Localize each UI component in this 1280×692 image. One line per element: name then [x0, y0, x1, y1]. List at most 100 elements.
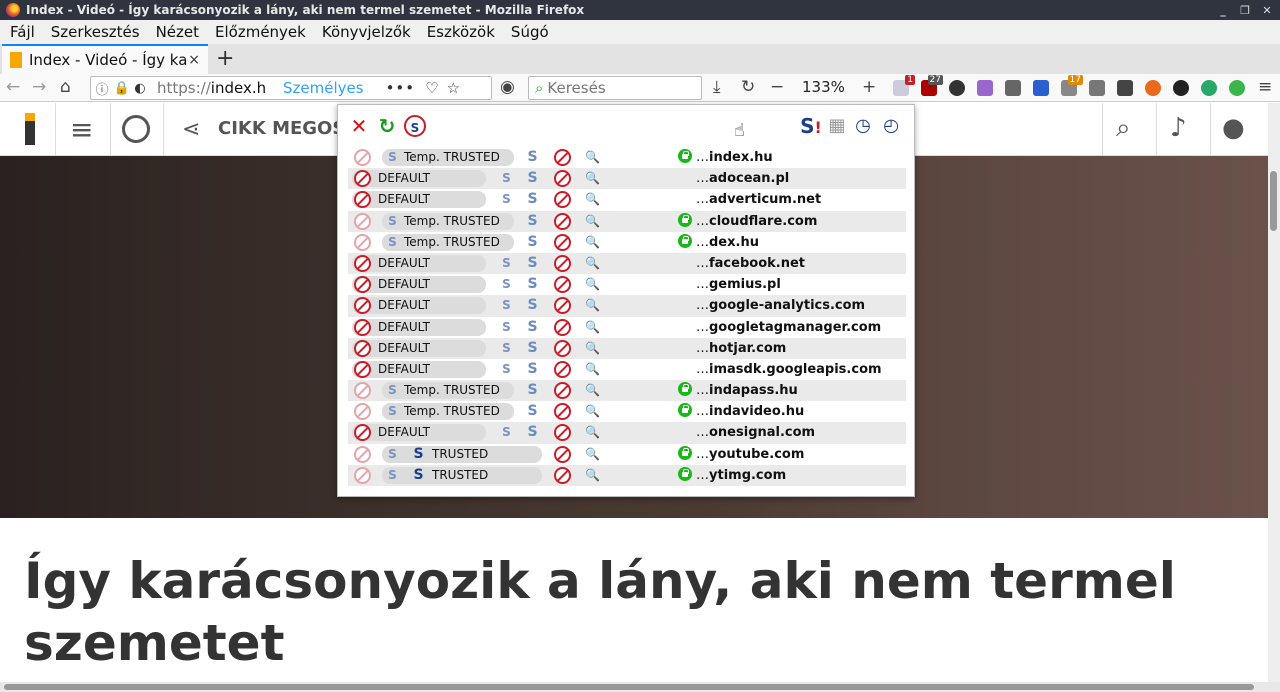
site-domain[interactable]: …google-analytics.com: [696, 298, 865, 313]
extension-balls-icon[interactable]: [949, 80, 965, 96]
global-toggle-icon[interactable]: S!: [800, 115, 822, 137]
clock-icon[interactable]: [122, 115, 150, 143]
trusted-preset-icon[interactable]: S: [524, 234, 541, 251]
https-lock-icon[interactable]: [678, 403, 692, 418]
custom-preset-icon[interactable]: [554, 233, 571, 251]
new-tab-icon[interactable]: +: [216, 46, 234, 71]
custom-preset-icon[interactable]: [554, 339, 571, 357]
custom-settings-icon[interactable]: 🔍: [584, 276, 601, 293]
custom-settings-icon[interactable]: 🔍: [584, 255, 601, 272]
tab-close-icon[interactable]: ×: [188, 52, 200, 68]
menu-tools[interactable]: Eszközök: [419, 23, 503, 41]
site-domain[interactable]: …indapass.hu: [696, 383, 798, 398]
default-preset-icon[interactable]: [354, 254, 371, 272]
custom-settings-icon[interactable]: 🔍: [584, 297, 601, 314]
trusted-preset-icon[interactable]: S: [524, 276, 541, 293]
preset-level-label[interactable]: Temp. TRUSTED: [382, 212, 514, 230]
back-icon[interactable]: ←: [6, 77, 20, 97]
preset-level-label[interactable]: Temp. TRUSTED: [382, 403, 514, 421]
https-lock-icon[interactable]: [678, 149, 692, 163]
custom-settings-icon[interactable]: 🔍: [584, 361, 601, 378]
preset-level-label[interactable]: DEFAULT: [352, 318, 486, 336]
padlock-icon[interactable]: 🔒: [113, 81, 131, 96]
extension-bank-icon[interactable]: [1005, 80, 1021, 96]
trusted-preset-icon[interactable]: S: [524, 319, 541, 336]
untrusted-preset-icon[interactable]: [354, 212, 371, 230]
page-actions-icon[interactable]: •••: [386, 79, 416, 97]
custom-settings-icon[interactable]: 🔍: [584, 234, 601, 251]
custom-settings-icon[interactable]: 🔍: [584, 319, 601, 336]
site-domain[interactable]: …gemius.pl: [696, 277, 781, 292]
https-lock-icon[interactable]: [678, 466, 692, 481]
custom-preset-icon[interactable]: [554, 254, 571, 272]
preset-level-label[interactable]: Temp. TRUSTED: [382, 382, 514, 400]
trusted-preset-icon[interactable]: S: [524, 297, 541, 314]
close-popup-icon[interactable]: ✕: [348, 115, 370, 137]
site-domain[interactable]: …imasdk.googleapis.com: [696, 362, 882, 377]
temp-trusted-preset-icon[interactable]: S: [498, 297, 515, 314]
noscript-extension-icon[interactable]: 1: [893, 75, 915, 96]
zoom-out-icon[interactable]: −: [770, 77, 784, 97]
temp-trusted-preset-icon[interactable]: S: [498, 340, 515, 357]
preset-level-label[interactable]: Temp. TRUSTED: [382, 149, 514, 166]
untrusted-preset-icon[interactable]: [354, 466, 371, 484]
temp-trusted-preset-icon[interactable]: S: [498, 361, 515, 378]
tracking-protection-icon[interactable]: ◐: [131, 81, 149, 96]
site-domain[interactable]: …adverticum.net: [696, 192, 821, 207]
temp-trusted-preset-icon[interactable]: S: [384, 234, 401, 251]
vertical-scrollbar[interactable]: [1268, 103, 1280, 683]
trusted-preset-icon[interactable]: S: [410, 446, 427, 463]
https-lock-icon[interactable]: [678, 233, 692, 248]
extension-grid-icon[interactable]: [1089, 80, 1105, 96]
preset-level-label[interactable]: TRUSTED: [382, 466, 542, 484]
temp-trusted-preset-icon[interactable]: S: [384, 382, 401, 399]
custom-preset-icon[interactable]: [554, 170, 571, 188]
temp-trusted-preset-icon[interactable]: S: [498, 319, 515, 336]
site-domain[interactable]: …onesignal.com: [696, 425, 815, 440]
default-preset-icon[interactable]: [354, 318, 371, 336]
extension-b-plus-icon[interactable]: [1229, 80, 1245, 96]
temp-trusted-preset-icon[interactable]: S: [384, 149, 401, 166]
preset-level-label[interactable]: DEFAULT: [352, 424, 486, 442]
custom-settings-icon[interactable]: 🔍: [584, 424, 601, 441]
site-domain[interactable]: …indavideo.hu: [696, 404, 804, 419]
menu-view[interactable]: Nézet: [148, 23, 207, 41]
custom-preset-icon[interactable]: [554, 360, 571, 378]
trusted-preset-icon[interactable]: S: [524, 382, 541, 399]
hamburger-menu-icon[interactable]: ≡: [1258, 77, 1272, 97]
site-domain[interactable]: …ytimg.com: [696, 468, 786, 483]
temp-trusted-preset-icon[interactable]: S: [498, 191, 515, 208]
custom-settings-icon[interactable]: 🔍: [584, 213, 601, 230]
custom-settings-icon[interactable]: 🔍: [584, 382, 601, 399]
custom-preset-icon[interactable]: [554, 191, 571, 209]
preset-level-label[interactable]: DEFAULT: [352, 360, 486, 378]
custom-preset-icon[interactable]: [554, 382, 571, 400]
ublock-extension-icon[interactable]: 27: [921, 75, 943, 96]
horizontal-scroll-thumb[interactable]: [4, 684, 1254, 690]
preset-level-label[interactable]: Temp. TRUSTED: [382, 233, 514, 251]
custom-preset-icon[interactable]: [554, 424, 571, 442]
share-icon[interactable]: ⋖: [182, 117, 200, 142]
site-domain[interactable]: …cloudflare.com: [696, 214, 817, 229]
custom-settings-icon[interactable]: 🔍: [584, 149, 601, 166]
extension-doc-icon[interactable]: [1033, 80, 1049, 96]
https-lock-icon[interactable]: [678, 445, 692, 460]
trusted-preset-icon[interactable]: S: [410, 467, 427, 484]
custom-preset-icon[interactable]: [554, 276, 571, 294]
site-domain[interactable]: …index.hu: [696, 150, 773, 165]
search-input[interactable]: ⌕ Keresés: [528, 76, 702, 100]
site-domain[interactable]: …hotjar.com: [696, 341, 786, 356]
preset-level-label[interactable]: TRUSTED: [382, 445, 542, 463]
custom-settings-icon[interactable]: 🔍: [584, 340, 601, 357]
menu-edit[interactable]: Szerkesztés: [43, 23, 148, 41]
site-domain[interactable]: …adocean.pl: [696, 171, 789, 186]
https-lock-icon[interactable]: [678, 382, 692, 397]
close-window-icon[interactable]: ✕: [1258, 2, 1276, 18]
extension-tiles-icon[interactable]: [1117, 80, 1133, 96]
temp-trusted-preset-icon[interactable]: S: [498, 424, 515, 441]
custom-settings-icon[interactable]: 🔍: [584, 191, 601, 208]
vertical-scroll-thumb[interactable]: [1270, 171, 1277, 231]
custom-preset-icon[interactable]: [554, 403, 571, 421]
preset-level-label[interactable]: DEFAULT: [352, 254, 486, 272]
bookmark-star-icon[interactable]: ☆: [447, 79, 460, 97]
